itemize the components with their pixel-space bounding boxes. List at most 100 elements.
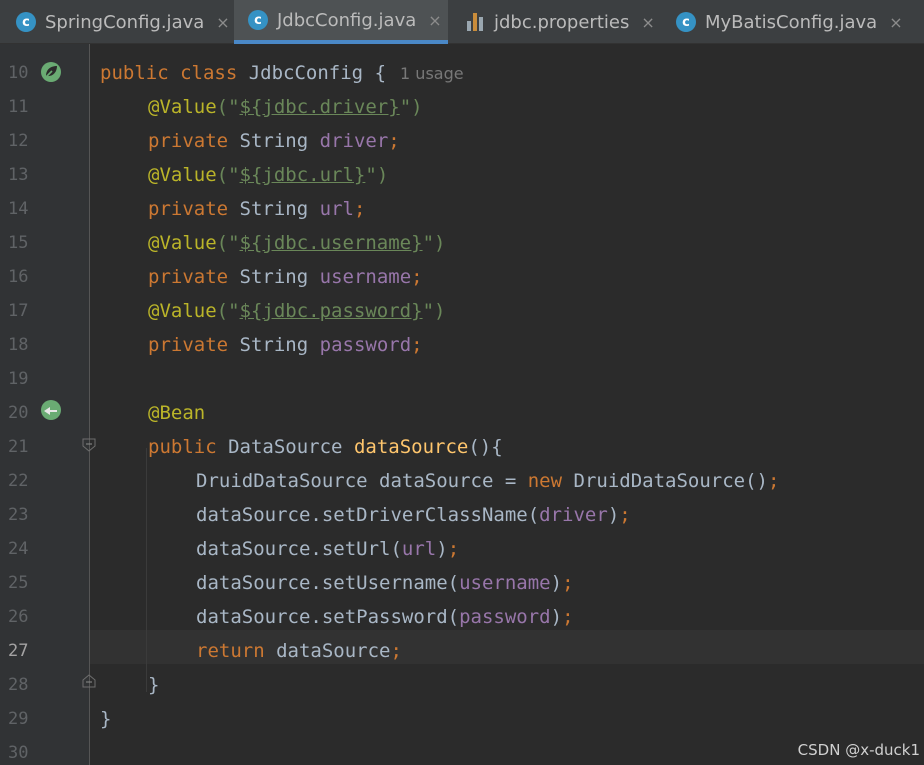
code-text: dataSource.setPassword( (196, 606, 460, 628)
code-line-14: private String url; (148, 192, 365, 226)
tab-jdbc-properties[interactable]: jdbc.properties × (452, 0, 662, 44)
semicolon: ; (562, 572, 574, 594)
code-line-22: DruidDataSource dataSource = new DruidDa… (196, 464, 779, 498)
code-line-25: dataSource.setUsername(username); (196, 566, 574, 600)
code-line-18: private String password; (148, 328, 423, 362)
annotation: @Value (148, 300, 217, 322)
params-brace: (){ (468, 436, 503, 458)
spring-bean-icon[interactable] (40, 61, 62, 83)
tab-jdbcconfig[interactable]: c JdbcConfig.java × (234, 0, 448, 44)
property-placeholder[interactable]: ${jdbc.password} (240, 300, 423, 322)
code-line-27: return dataSource; (196, 634, 402, 668)
annotation: @Value (148, 164, 217, 186)
line-number: 14 (8, 199, 29, 219)
code-text: ) (550, 572, 563, 594)
semicolon: ; (767, 470, 780, 492)
line-number: 30 (8, 743, 29, 763)
semicolon: ; (411, 334, 423, 356)
keyword: private (148, 130, 229, 152)
fold-icon[interactable] (82, 438, 96, 452)
code-line-17: @Value("${jdbc.password}") (148, 294, 445, 328)
type-name: String (239, 130, 309, 152)
code-text: dataSource.setUrl( (196, 538, 402, 560)
semicolon: ; (390, 640, 402, 662)
code-line-16: private String username; (148, 260, 423, 294)
fold-icon[interactable] (82, 674, 96, 688)
code-editor[interactable]: 10 11 12 13 14 15 16 17 18 19 20 21 22 2… (0, 44, 924, 765)
java-class-icon: c (16, 12, 36, 32)
string-open: (" (216, 300, 240, 322)
type-name: DataSource (228, 436, 343, 458)
code-text: DruidDataSource() (562, 470, 768, 492)
tab-mybatisconfig[interactable]: c MyBatisConfig.java × (664, 0, 924, 44)
properties-file-icon (466, 11, 486, 33)
semicolon: ; (388, 130, 400, 152)
editor-tab-bar: c SpringConfig.java × c JdbcConfig.java … (0, 0, 924, 44)
semicolon: ; (619, 504, 631, 526)
code-text: dataSource.setUsername( (196, 572, 460, 594)
field-name: username (459, 572, 551, 594)
line-number: 26 (8, 607, 29, 627)
string-open: (" (216, 96, 240, 118)
property-placeholder[interactable]: ${jdbc.driver} (240, 96, 400, 118)
brace: { (374, 62, 387, 84)
property-placeholder[interactable]: ${jdbc.username} (240, 232, 423, 254)
code-line-15: @Value("${jdbc.username}") (148, 226, 445, 260)
watermark-text: CSDN @x-duck1 (797, 741, 920, 759)
code-line-20: @Bean (148, 396, 205, 430)
line-number: 12 (8, 131, 29, 151)
string-close: ") (365, 164, 389, 186)
property-placeholder[interactable]: ${jdbc.url} (240, 164, 366, 186)
line-number: 19 (8, 369, 29, 389)
spring-bean-icon[interactable] (40, 399, 62, 421)
line-number: 16 (8, 267, 29, 287)
annotation: @Bean (148, 402, 206, 424)
field-name: driver (319, 130, 389, 152)
code-line-10: public class JdbcConfig {1 usage (100, 56, 464, 91)
code-line-28: } (148, 668, 159, 702)
code-text: dataSource (264, 640, 391, 662)
tab-label: SpringConfig.java (45, 11, 205, 33)
semicolon: ; (562, 606, 574, 628)
tab-label: JdbcConfig.java (277, 9, 417, 31)
code-line-21: public DataSource dataSource(){ (148, 430, 503, 464)
keyword: private (148, 334, 229, 356)
annotation: @Value (148, 232, 217, 254)
close-icon[interactable]: × (216, 13, 229, 32)
semicolon: ; (447, 538, 460, 560)
class-name: JdbcConfig (248, 62, 364, 84)
type-name: String (239, 198, 309, 220)
close-icon[interactable]: × (889, 13, 902, 32)
code-text: ) (550, 606, 563, 628)
close-icon[interactable]: × (428, 11, 441, 30)
code-line-13: @Value("${jdbc.url}") (148, 158, 388, 192)
semicolon: ; (411, 266, 423, 288)
line-number: 23 (8, 505, 29, 525)
field-name: password (459, 606, 551, 628)
field-name: url (319, 198, 354, 220)
keyword: private (148, 266, 229, 288)
keyword: new (527, 470, 563, 492)
line-number: 20 (8, 403, 29, 423)
string-open: (" (216, 232, 240, 254)
code-text: ) (436, 538, 448, 560)
code-line-11: @Value("${jdbc.driver}") (148, 90, 423, 124)
closing-brace: } (100, 708, 112, 730)
line-number: 21 (8, 437, 29, 457)
annotation: @Value (148, 96, 217, 118)
keyword: private (148, 198, 229, 220)
code-line-23: dataSource.setDriverClassName(driver); (196, 498, 631, 532)
keyword: public class (100, 62, 238, 84)
usage-hint[interactable]: 1 usage (400, 64, 464, 83)
line-number-gutter[interactable]: 10 11 12 13 14 15 16 17 18 19 20 21 22 2… (0, 44, 96, 765)
line-number: 18 (8, 335, 29, 355)
field-name: driver (539, 504, 608, 526)
field-name: username (319, 266, 412, 288)
type-name: String (239, 266, 309, 288)
close-icon[interactable]: × (641, 13, 654, 32)
code-text: ) (607, 504, 620, 526)
string-close: ") (422, 232, 446, 254)
keyword: public (148, 436, 217, 458)
tab-label: MyBatisConfig.java (705, 11, 878, 33)
tab-springconfig[interactable]: c SpringConfig.java × (0, 0, 232, 44)
